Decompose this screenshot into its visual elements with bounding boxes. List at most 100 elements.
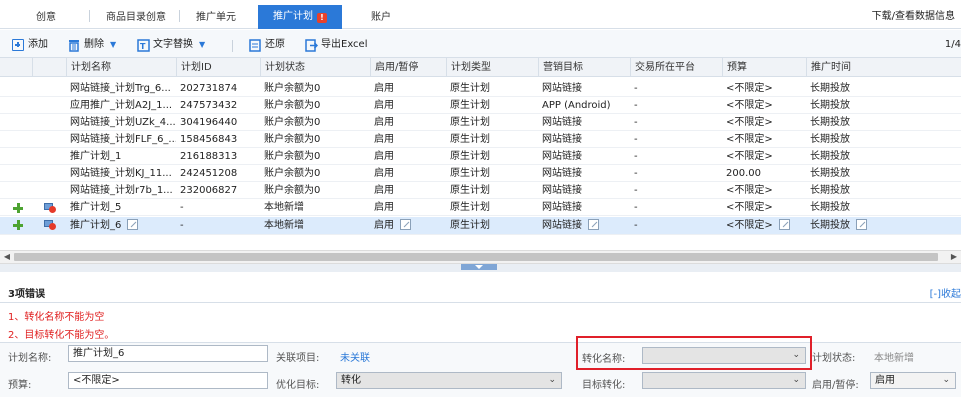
plan-name-input[interactable]: 推广计划_6 [68, 345, 268, 362]
cell-platform: - [634, 151, 638, 162]
export-excel-button[interactable]: 导出Excel [305, 37, 368, 53]
cell-plan-status: 账户余额为0 [264, 100, 321, 111]
cell-plan-name: 网站链接_计划FLF_6_... [70, 134, 176, 145]
table-row[interactable]: 网站链接_计划KJ_11... 242451208 账户余额为0 启用 原生计划… [0, 166, 961, 182]
download-data-link[interactable]: 下载/查看数据信息 [872, 7, 955, 22]
opt-target-value: 转化 [341, 375, 361, 386]
plan-status-label: 计划状态: [812, 353, 856, 364]
edit-icon[interactable] [127, 219, 139, 230]
campaign-table: 计划名称 计划ID 计划状态 启用/暂停 计划类型 营销目标 交易所在平台 预算… [0, 58, 961, 250]
tab-account[interactable]: 账户 [358, 6, 404, 29]
tab-ad-unit[interactable]: 推广单元 [184, 6, 248, 29]
cell-schedule: 长期投放 [810, 185, 850, 196]
cell-plan-name: 网站链接_计划KJ_11... [70, 168, 172, 179]
opt-target-label: 优化目标: [276, 380, 320, 391]
restore-icon [249, 38, 261, 52]
scroll-left-icon[interactable]: ◀ [0, 251, 14, 263]
tab-campaign[interactable]: 推广计划! [258, 5, 342, 29]
header-schedule[interactable]: 推广时间 [806, 58, 961, 77]
cell-plan-status: 账户余额为0 [264, 151, 321, 162]
cell-plan-name[interactable]: 推广计划_6 [66, 217, 176, 235]
table-row[interactable]: 网站链接_计划FLF_6_... 158456843 账户余额为0 启用 原生计… [0, 132, 961, 148]
cell-plan-type: 原生计划 [450, 83, 490, 94]
cell-platform: - [634, 202, 638, 213]
add-button[interactable]: 添加 [12, 37, 48, 53]
cell-plan-name: 应用推广_计划A2J_1... [70, 100, 173, 111]
text-replace-button[interactable]: T 文字替换 ▼ [137, 37, 205, 53]
cell-platform: - [634, 83, 638, 94]
cell-enabled: 启用 [374, 83, 394, 94]
table-row[interactable]: 应用推广_计划A2J_1... 247573432 账户余额为0 启用 原生计划… [0, 98, 961, 114]
export-excel-button-label: 导出Excel [321, 39, 368, 50]
cell-plan-id: 247573432 [180, 100, 238, 111]
table-row[interactable]: 网站链接_计划Trg_6... 202731874 账户余额为0 启用 原生计划… [0, 81, 961, 97]
cell-schedule: 长期投放 [810, 134, 850, 145]
restore-button[interactable]: 还原 [249, 37, 285, 53]
header-plan-id[interactable]: 计划ID [176, 58, 260, 77]
cell-marketing-goal[interactable]: 网站链接 [538, 217, 630, 235]
header-platform[interactable]: 交易所在平台 [630, 58, 722, 77]
tab-product-catalog-creative[interactable]: 商品目录创意 [96, 6, 176, 29]
edit-icon[interactable] [588, 219, 599, 230]
text-replace-button-label: 文字替换 [153, 39, 193, 50]
scrollbar-thumb[interactable] [14, 253, 938, 261]
cell-enabled[interactable]: 启用 [370, 217, 446, 235]
edit-icon[interactable] [778, 219, 790, 230]
cell-platform: - [634, 220, 638, 231]
cell-platform: - [634, 185, 638, 196]
toolbar-divider [232, 40, 233, 52]
budget-input[interactable]: <不限定> [68, 372, 268, 389]
text-replace-icon: T [137, 38, 150, 52]
collapse-link[interactable]: [-]收起 [930, 285, 961, 300]
header-marketing-goal[interactable]: 营销目标 [538, 58, 630, 77]
cell-marketing-goal: 网站链接 [542, 117, 582, 128]
enable-pause-value: 启用 [875, 375, 895, 386]
table-row[interactable]: 网站链接_计划r7b_1... 232006827 账户余额为0 启用 原生计划… [0, 183, 961, 199]
toolbar: 添加 删除 ▼ T 文字替换 ▼ 还原 导出Excel 1/4 [0, 30, 961, 58]
cell-plan-type: 原生计划 [450, 202, 490, 213]
header-plan-type[interactable]: 计划类型 [446, 58, 538, 77]
header-plan-status[interactable]: 计划状态 [260, 58, 370, 77]
chevron-down-icon: ⌄ [942, 375, 950, 385]
header-budget[interactable]: 预算 [722, 58, 806, 77]
cell-plan-id: 232006827 [180, 185, 238, 196]
budget-label: 预算: [8, 380, 32, 391]
green-plus-icon [13, 220, 23, 230]
tab-creative[interactable]: 创意 [24, 6, 68, 29]
cell-plan-name: 推广计划_1 [70, 151, 122, 162]
cell-enabled: 启用 [374, 151, 394, 162]
table-row[interactable]: 推广计划_1 216188313 账户余额为0 启用 原生计划 网站链接 - <… [0, 149, 961, 165]
scroll-right-icon[interactable]: ▶ [947, 251, 961, 263]
cell-schedule[interactable]: 长期投放 [806, 217, 896, 235]
target-conversion-select[interactable]: ⌄ [642, 372, 806, 389]
opt-target-select[interactable]: 转化 ⌄ [336, 372, 562, 389]
edit-icon[interactable] [856, 219, 867, 230]
cell-platform: - [634, 134, 638, 145]
chevron-down-icon[interactable]: ▼ [199, 37, 205, 53]
edit-icon[interactable] [400, 219, 411, 230]
table-row-selected[interactable]: 推广计划_6 - 本地新增 启用 原生计划 网站链接 - <不限定> 长期投放 [0, 217, 961, 235]
cell-budget[interactable]: <不限定> [722, 217, 806, 235]
cell-plan-status: 账户余额为0 [264, 117, 321, 128]
cell-plan-name-text: 推广计划_6 [70, 220, 122, 231]
header-plan-name[interactable]: 计划名称 [66, 58, 176, 77]
chevron-down-icon[interactable]: ▼ [110, 37, 116, 53]
enable-pause-select[interactable]: 启用 ⌄ [870, 372, 956, 389]
cell-plan-id: 158456843 [180, 134, 238, 145]
cell-plan-type: 原生计划 [450, 134, 490, 145]
panel-splitter[interactable] [0, 264, 961, 272]
cell-budget: <不限定> [726, 202, 773, 213]
cell-plan-name: 网站链接_计划Trg_6... [70, 83, 171, 94]
header-enabled[interactable]: 启用/暂停 [370, 58, 446, 77]
horizontal-scrollbar[interactable]: ◀ ▶ [0, 250, 961, 264]
table-row[interactable]: 推广计划_5 - 本地新增 启用 原生计划 网站链接 - <不限定> 长期投放 [0, 200, 961, 216]
cell-schedule: 长期投放 [810, 117, 850, 128]
related-project-link[interactable]: 未关联 [340, 349, 370, 364]
tab-divider [89, 10, 90, 22]
table-row[interactable]: 网站链接_计划UZk_4... 304196440 账户余额为0 启用 原生计划… [0, 115, 961, 131]
delete-button[interactable]: 删除 ▼ [68, 37, 116, 53]
cell-plan-status: 账户余额为0 [264, 168, 321, 179]
cell-budget: <不限定> [726, 151, 773, 162]
error-title: 3项错误 [8, 289, 45, 300]
collapse-handle-icon[interactable] [461, 264, 497, 270]
